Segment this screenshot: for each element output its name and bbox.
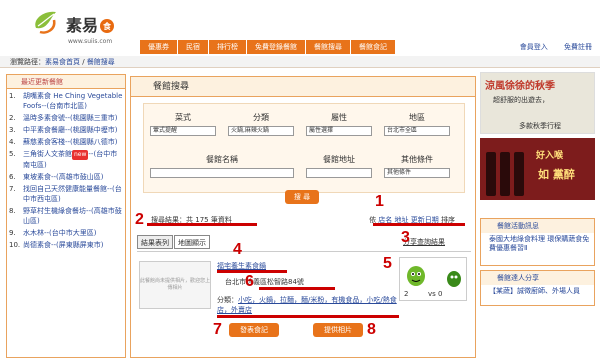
restaurant-events-title: 餐館活動訊息 (481, 219, 594, 233)
cuisine-field: 菜式 葷式提醒 (150, 112, 216, 136)
search-button[interactable]: 搜 尋 (285, 190, 319, 204)
list-item[interactable]: 【某蔬】誠徵廚師、外場人員 (481, 285, 594, 298)
green-character-icon (407, 266, 425, 286)
recent-updates-panel: 最近更新餐館 1. 胡嘴素食 He Ching Vegetable Foofs--… (6, 74, 126, 358)
restaurant-address: 台北市信義區松智路84號 (225, 278, 304, 286)
logo-text: 素易食 (66, 12, 115, 36)
list-item[interactable]: 9. 水木林--(台中市大里區) (9, 228, 123, 238)
list-item[interactable]: 4. 蘇慈素食客棧--(桃園縣八德市) (9, 137, 123, 147)
top-links: 會員登入 免費註冊 (506, 42, 592, 52)
address-input[interactable] (306, 168, 372, 178)
marker-3: 3 (401, 229, 410, 246)
bottle-icon (500, 152, 510, 196)
list-item[interactable]: 2. 溫時多素食號--(桃園縣三重市) (9, 113, 123, 123)
wine-ad[interactable]: 好入喉 如 黨醉 (480, 138, 595, 200)
search-form: 菜式 葷式提醒 分類 火鍋,麻辣火鍋 屬性 屬性選擇 地區 台北市全區 餐館名稱 餐館地… (143, 103, 465, 193)
nav-restaurant-reviews[interactable]: 餐館食記 (351, 40, 396, 54)
tab-map[interactable]: 地圖顯示 (174, 235, 210, 249)
header: 素易食 www.suiis.com 優惠券 民宿 排行榜 免費登錄餐館 餐館搜尋… (0, 0, 600, 54)
list-item[interactable]: 10. 尚德素食--(屏東縣屏東市) (9, 240, 123, 250)
marker-underline (373, 223, 465, 226)
upload-photo-button[interactable]: 提供相片 (313, 323, 363, 337)
cuisine-select[interactable]: 葷式提醒 (150, 126, 216, 136)
list-item[interactable]: 1. 胡嘴素食 He Ching Vegetable Foofs--(台南市北區) (9, 91, 123, 111)
register-link[interactable]: 免費註冊 (564, 43, 592, 51)
region-select[interactable]: 台北市全區 (384, 126, 450, 136)
other-field: 其他條件 其他條件 (384, 154, 450, 178)
category-select[interactable]: 火鍋,麻辣火鍋 (228, 126, 294, 136)
marker-4: 4 (233, 241, 242, 258)
logo[interactable]: 素易食 www.suiis.com (30, 8, 130, 48)
vote-box[interactable]: 2 vs 0 (399, 257, 467, 301)
new-badge: new (72, 150, 89, 160)
divider (137, 251, 471, 252)
marker-7: 7 (213, 321, 222, 338)
list-item[interactable]: 7. 找回自己天然健康能量餐館--(台中市西屯區) (9, 184, 123, 204)
name-field: 餐館名稱 (150, 154, 294, 178)
expert-share-title: 餐館達人分享 (481, 271, 594, 285)
breadcrumb-home[interactable]: 素易食首頁 (45, 58, 80, 66)
nav-bnb[interactable]: 民宿 (178, 40, 209, 54)
nav-coupons[interactable]: 優惠券 (140, 40, 178, 54)
breadcrumb: 瀏覽路徑：素易食首頁 / 餐館搜尋 (0, 56, 600, 68)
attribute-field: 屬性 屬性選擇 (306, 112, 372, 136)
list-item[interactable]: 8. 野草村生機綠食餐坊--(高雄市鼓山區) (9, 206, 123, 226)
list-item[interactable]: 6. 東坡素食--(高雄市鼓山區) (9, 172, 123, 182)
bottle-icon (514, 152, 524, 196)
top-nav: 優惠券 民宿 排行榜 免費登錄餐館 餐館搜尋 餐館食記 (140, 40, 396, 54)
restaurant-thumbnail[interactable]: 此餐館尚未提供相片，歡迎您上傳相片 (139, 261, 211, 309)
marker-underline (259, 287, 335, 290)
green-character-icon (447, 271, 461, 287)
tab-list[interactable]: 結果表列 (137, 235, 173, 249)
autumn-travel-ad[interactable]: 涼風徐徐的秋季 超舒服的出遊去， 多款秋季行程 (480, 72, 595, 134)
marker-6: 6 (245, 273, 254, 290)
address-field: 餐館地址 (306, 154, 372, 178)
name-input[interactable] (150, 168, 294, 178)
marker-5: 5 (383, 255, 392, 272)
bottle-icon (486, 152, 496, 196)
recent-updates-title: 最近更新餐館 (7, 75, 125, 89)
marker-2: 2 (135, 211, 144, 228)
marker-underline (217, 315, 399, 318)
restaurant-events-box: 餐館活動訊息 泰國大地綠食料理 環保購蔬食免費優惠餐習Ⅱ (480, 218, 595, 266)
nav-ranking[interactable]: 排行榜 (209, 40, 247, 54)
result-tabs: 結果表列 地圖顯示 (137, 235, 211, 249)
marker-underline (147, 223, 257, 226)
marker-8: 8 (367, 321, 376, 338)
expert-share-box: 餐館達人分享 【某蔬】誠徵廚師、外場人員 (480, 270, 595, 306)
list-item[interactable]: 5. 三角街人文茶館 new --(台中市南屯區) (9, 149, 123, 170)
logo-leaf-icon (35, 11, 56, 34)
other-select[interactable]: 其他條件 (384, 168, 450, 178)
login-link[interactable]: 會員登入 (520, 43, 548, 51)
category-field: 分類 火鍋,麻辣火鍋 (228, 112, 294, 136)
restaurant-categories: 分類：小吃，火鍋，拉麵，麵/米粉，有機食品，小吃/熱食店，外賣店 (217, 296, 397, 314)
marker-1: 1 (375, 193, 384, 210)
nav-register-restaurant[interactable]: 免費登錄餐館 (247, 40, 306, 54)
attribute-select[interactable]: 屬性選擇 (306, 126, 372, 136)
nav-restaurant-search[interactable]: 餐館搜尋 (306, 40, 351, 54)
region-field: 地區 台北市全區 (384, 112, 450, 136)
write-review-button[interactable]: 發表食記 (229, 323, 279, 337)
main-panel: 餐館搜尋 菜式 葷式提醒 分類 火鍋,麻辣火鍋 屬性 屬性選擇 地區 台北市全區 餐館名… (130, 76, 476, 358)
search-title: 餐館搜尋 (131, 77, 475, 97)
breadcrumb-search[interactable]: 餐館搜尋 (87, 58, 115, 66)
logo-url: www.suiis.com (68, 38, 113, 45)
list-item[interactable]: 泰國大地綠食料理 環保購蔬食免費優惠餐習Ⅱ (481, 233, 594, 255)
list-item[interactable]: 3. 中平素食餐廳--(桃園縣中壢市) (9, 125, 123, 135)
